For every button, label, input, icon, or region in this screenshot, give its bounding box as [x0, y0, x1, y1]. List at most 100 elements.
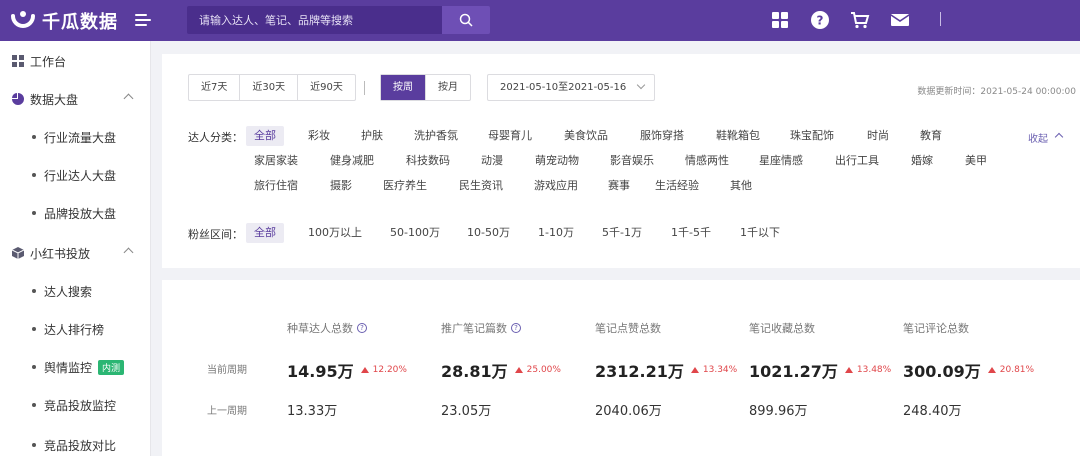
fans-range-chip[interactable]: 1千以下: [732, 223, 788, 243]
metric-change-text: 13.48%: [856, 365, 892, 375]
divider: [364, 81, 365, 95]
metric-previous-value: 2040.06万: [595, 404, 662, 419]
category-chip[interactable]: 教育: [912, 126, 950, 146]
sidebar-item-competitor-compare[interactable]: 竞品投放对比: [0, 426, 150, 456]
metric-previous-value: 23.05万: [441, 404, 492, 419]
category-chip[interactable]: 彩妆: [300, 126, 338, 146]
search-input[interactable]: [187, 6, 442, 34]
category-chip[interactable]: 游戏应用: [526, 176, 586, 196]
category-chip[interactable]: 旅行住宿: [246, 176, 306, 196]
sidebar-item-label: 竞品投放监控: [44, 398, 117, 413]
current-period-label: 当前周期: [207, 365, 247, 376]
grid-apps-icon[interactable]: [768, 8, 792, 32]
metric-change-text: 20.81%: [999, 365, 1035, 375]
fans-range-chip[interactable]: 全部: [246, 223, 284, 243]
metric-current-value: 300.09万 20.81%: [903, 358, 1034, 382]
help-icon[interactable]: ?: [808, 8, 832, 32]
category-chip[interactable]: 洗护香氛: [406, 126, 466, 146]
metric-change: 20.81%: [987, 365, 1035, 375]
fans-range-chip[interactable]: 10-50万: [459, 223, 518, 243]
top-bar: 千瓜数据 ?: [0, 0, 1080, 41]
category-chip[interactable]: 其他: [722, 176, 760, 196]
category-chip[interactable]: 动漫: [473, 151, 511, 171]
fans-range-chip[interactable]: 1千-5千: [663, 223, 719, 243]
category-chip[interactable]: 护肤: [353, 126, 391, 146]
fans-range-chip[interactable]: 1-10万: [530, 223, 582, 243]
internal-test-badge: 内测: [98, 359, 125, 375]
metric-title-text: 种草达人总数: [287, 322, 353, 335]
category-chip[interactable]: 民生资讯: [451, 176, 511, 196]
fans-range-chip[interactable]: 50-100万: [382, 223, 448, 243]
category-chip[interactable]: 时尚: [859, 126, 897, 146]
sidebar-item-brand-placement[interactable]: 品牌投放大盘: [0, 194, 150, 232]
fans-range-chip[interactable]: 5千-1万: [594, 223, 650, 243]
workspace-icon: [12, 55, 24, 67]
sidebar-item-label: 舆情监控: [44, 360, 93, 375]
category-chip[interactable]: 珠宝配饰: [782, 126, 842, 146]
sidebar-item-label: 达人排行榜: [44, 322, 105, 337]
sidebar-item-industry-traffic[interactable]: 行业流量大盘: [0, 118, 150, 156]
category-chip[interactable]: 婚嫁: [903, 151, 941, 171]
up-arrow-icon: [690, 367, 699, 373]
metric-title: 笔记点赞总数: [595, 320, 661, 336]
category-chip[interactable]: 赛事: [600, 176, 638, 196]
sidebar-item-competitor-monitor[interactable]: 竞品投放监控: [0, 386, 150, 424]
category-chip[interactable]: 星座情感: [751, 151, 811, 171]
category-chip[interactable]: 科技数码: [398, 151, 458, 171]
metric-current-text: 14.95万: [287, 362, 354, 381]
metric-title-text: 笔记收藏总数: [749, 322, 815, 335]
sidebar-item-label: 工作台: [30, 54, 67, 69]
metric-current-value: 1021.27万 13.48%: [749, 358, 891, 382]
metric-change-text: 25.00%: [526, 365, 561, 375]
category-chip[interactable]: 萌宠动物: [527, 151, 587, 171]
period-mode-selector: 按周 按月: [380, 74, 471, 101]
category-chip[interactable]: 美甲: [957, 151, 995, 171]
up-arrow-icon: [360, 367, 369, 373]
category-chip[interactable]: 鞋靴箱包: [708, 126, 768, 146]
metric-previous-value: 13.33万: [287, 404, 338, 419]
category-chip[interactable]: 医疗养生: [375, 176, 435, 196]
category-chip[interactable]: 母婴育儿: [480, 126, 540, 146]
category-chip[interactable]: 摄影: [322, 176, 360, 196]
category-chip[interactable]: 家居家装: [246, 151, 306, 171]
mode-weekly[interactable]: 按周: [381, 75, 426, 100]
chevron-down-icon: [636, 80, 646, 90]
category-chip[interactable]: 服饰穿搭: [632, 126, 692, 146]
collapse-toggle[interactable]: 收起: [1028, 130, 1064, 145]
category-chip[interactable]: 美食饮品: [556, 126, 616, 146]
cart-icon[interactable]: [848, 8, 872, 32]
sidebar-item-workspace[interactable]: 工作台: [0, 42, 150, 80]
logo-icon: [10, 8, 36, 34]
brand-logo[interactable]: 千瓜数据: [0, 0, 150, 41]
date-range-picker[interactable]: 2021-05-10至2021-05-16: [487, 74, 655, 101]
category-chip[interactable]: 情感两性: [677, 151, 737, 171]
range-7-days[interactable]: 近7天: [189, 75, 241, 100]
metric-change: 13.48%: [844, 365, 892, 375]
mail-icon[interactable]: [888, 8, 912, 32]
sidebar-item-xhs-placement[interactable]: 小红书投放: [0, 234, 150, 272]
category-chip[interactable]: 影音娱乐: [602, 151, 662, 171]
category-label: 达人分类：: [188, 131, 243, 144]
category-chip[interactable]: 健身减肥: [322, 151, 382, 171]
sidebar-item-kol-search[interactable]: 达人搜索: [0, 272, 150, 310]
sidebar-item-sentiment-monitor[interactable]: 舆情监控 内测: [0, 348, 150, 386]
category-chip[interactable]: 出行工具: [827, 151, 887, 171]
previous-period-label: 上一周期: [207, 406, 247, 417]
top-divider: [940, 12, 941, 26]
metric-title-text: 笔记评论总数: [903, 322, 969, 335]
category-chip[interactable]: 全部: [246, 126, 284, 146]
search-button[interactable]: [442, 6, 490, 34]
range-30-days[interactable]: 近30天: [240, 75, 299, 100]
mode-monthly[interactable]: 按月: [426, 75, 470, 100]
question-icon[interactable]: ?: [511, 323, 521, 333]
range-90-days[interactable]: 近90天: [298, 75, 355, 100]
question-icon[interactable]: ?: [357, 323, 367, 333]
fans-range-chip[interactable]: 100万以上: [300, 223, 370, 243]
sidebar-item-data-dashboard[interactable]: 数据大盘: [0, 80, 150, 118]
stats-panel: 当前周期 上一周期 种草达人总数? 14.95万 12.20% 13.33万 推广笔记篇…: [162, 280, 1080, 456]
metric-current-text: 1021.27万: [749, 362, 838, 381]
category-chip[interactable]: 生活经验: [647, 176, 707, 196]
menu-toggle-icon[interactable]: [135, 11, 153, 29]
sidebar-item-industry-kol[interactable]: 行业达人大盘: [0, 156, 150, 194]
sidebar-item-kol-ranking[interactable]: 达人排行榜: [0, 310, 150, 348]
